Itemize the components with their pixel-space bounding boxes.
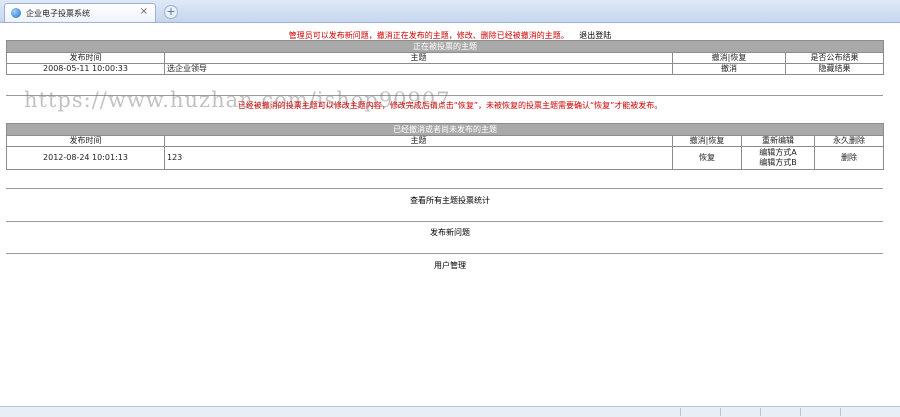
cancelled-topics-caption-row: 已经撤消或者尚未发布的主题 [5, 123, 885, 136]
active-topics-caption-row: 正在被投票的主题 [6, 40, 884, 53]
status-segment [680, 408, 719, 416]
table-row: 2008-05-11 10:00:33 选企业领导 撤消 隐藏结果 [6, 63, 884, 75]
status-segment [840, 408, 879, 416]
column-header-delete: 永久删除 [813, 135, 885, 147]
table-row: 2012-08-24 10:01:13 123 恢复 编辑方式A 编辑方式B 删… [6, 146, 885, 170]
column-header-topic: 主题 [164, 52, 673, 64]
column-header-time: 发布时间 [6, 52, 165, 64]
delete-link[interactable]: 删除 [813, 146, 885, 170]
column-header-topic: 主题 [164, 135, 673, 147]
hide-result-link[interactable]: 隐藏结果 [785, 63, 884, 75]
browser-tab[interactable]: 企业电子投票系统 × [4, 3, 156, 22]
new-tab-button[interactable]: + [164, 5, 178, 19]
close-tab-icon[interactable]: × [140, 6, 148, 17]
info-line: 已经被撤消的投票主题可以修改主题内容，修改完成后请点击“恢复”，未被恢复的投票主… [237, 101, 663, 110]
cancelled-topics-caption: 已经撤消或者尚未发布的主题 [5, 123, 885, 136]
column-header-publish-result: 是否公布结果 [785, 52, 884, 64]
cancelled-topics-header-row: 发布时间 主题 撤消|恢复 重新编辑 永久删除 [6, 135, 885, 147]
logout-link[interactable]: 退出登陆 [579, 31, 611, 40]
column-header-toggle: 撤消|恢复 [672, 135, 742, 147]
topic-title: 123 [164, 146, 673, 170]
column-header-edit: 重新编辑 [741, 135, 815, 147]
publish-question-link[interactable]: 发布新问题 [0, 227, 900, 238]
edit-mode-b-link[interactable]: 编辑方式B [744, 158, 812, 168]
status-segment [800, 408, 839, 416]
topic-time: 2012-08-24 10:01:13 [6, 146, 165, 170]
restore-link[interactable]: 恢复 [672, 146, 742, 170]
column-header-time: 发布时间 [6, 135, 165, 147]
divider [6, 253, 883, 254]
user-management-link[interactable]: 用户管理 [0, 260, 900, 271]
ie-globe-icon [11, 8, 21, 18]
admin-notice-text: 管理员可以发布新问题，撤消正在发布的主题，修改、删除已经被撤消的主题。 [288, 31, 569, 40]
browser-tab-strip: 企业电子投票系统 × + [0, 0, 900, 23]
edit-cell: 编辑方式A 编辑方式B [741, 146, 815, 170]
view-stats-link[interactable]: 查看所有主题投票统计 [0, 195, 900, 206]
cancelled-topics-table: 已经撤消或者尚未发布的主题 发布时间 主题 撤消|恢复 重新编辑 永久删除 20… [5, 123, 885, 170]
divider [6, 188, 883, 189]
column-header-toggle: 撤消|恢复 [672, 52, 786, 64]
browser-tab-title: 企业电子投票系统 [26, 9, 90, 18]
edit-mode-a-link[interactable]: 编辑方式A [744, 148, 812, 158]
status-segment [760, 408, 799, 416]
active-topics-caption: 正在被投票的主题 [6, 40, 884, 53]
active-topics-header-row: 发布时间 主题 撤消|恢复 是否公布结果 [6, 52, 884, 64]
topic-time: 2008-05-11 10:00:33 [6, 63, 165, 75]
active-topics-table: 正在被投票的主题 发布时间 主题 撤消|恢复 是否公布结果 2008-05-11… [6, 40, 884, 75]
divider [6, 221, 883, 222]
topic-title: 选企业领导 [164, 63, 673, 75]
status-segment [720, 408, 759, 416]
browser-status-bar [0, 406, 900, 417]
revoke-link[interactable]: 撤消 [672, 63, 786, 75]
